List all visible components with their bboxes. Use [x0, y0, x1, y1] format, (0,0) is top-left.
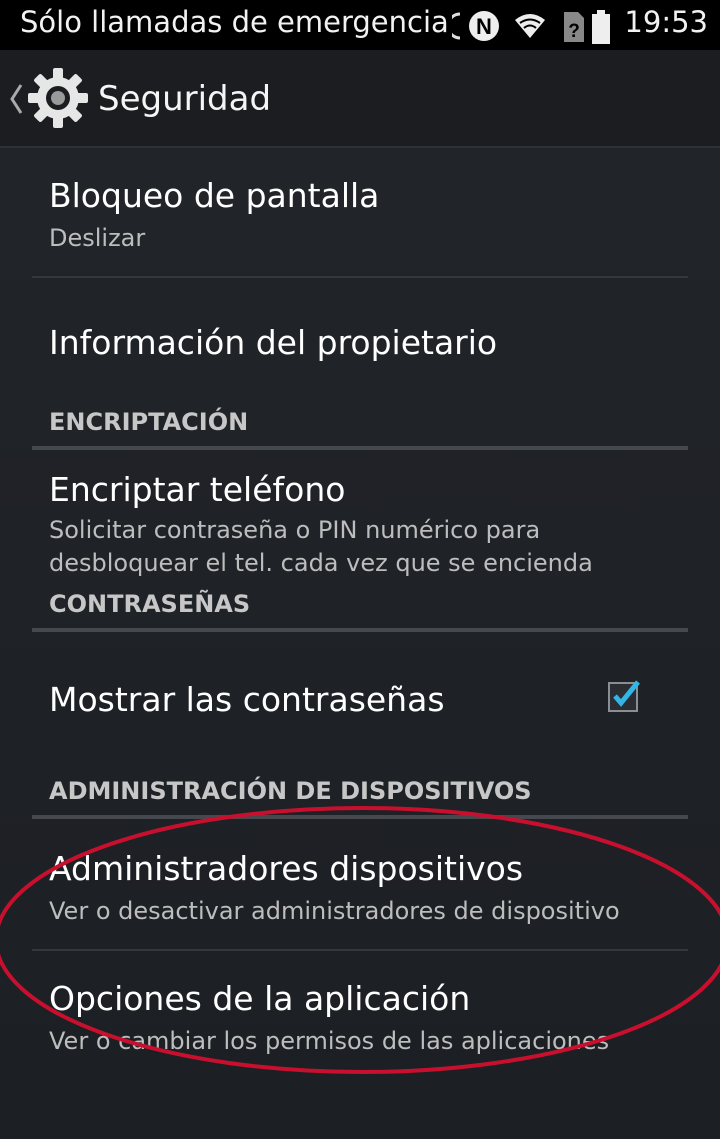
owner-info-item[interactable]: Información del propietario	[32, 278, 688, 408]
status-icons: N ?	[452, 10, 610, 44]
encryption-header: ENCRIPTACIÓN	[49, 408, 249, 436]
owner-info-title: Información del propietario	[49, 323, 498, 362]
svg-text:N: N	[476, 14, 492, 39]
settings-list: Bloqueo de pantalla Deslizar Información…	[0, 148, 720, 1071]
no-sim-icon: ?	[564, 12, 584, 42]
app-options-title: Opciones de la aplicación	[49, 979, 471, 1018]
device-admins-title: Administradores dispositivos	[49, 849, 524, 888]
carrier-status-text: Sólo llamadas de emergencia	[20, 5, 449, 39]
app-options-summary: Ver o cambiar los permisos de las aplica…	[49, 1027, 610, 1055]
show-passwords-checkbox[interactable]	[608, 680, 640, 712]
nfc-icon: N	[469, 11, 499, 41]
page-title: Seguridad	[98, 79, 272, 119]
device-admins-summary: Ver o desactivar administradores de disp…	[49, 897, 620, 925]
svg-text:?: ?	[568, 21, 580, 42]
encrypt-phone-summary-line1: Solicitar contraseña o PIN numérico para	[49, 516, 541, 544]
settings-screen: Sólo llamadas de emergencia N ? 19:53 Se…	[0, 0, 720, 1139]
device-admins-item[interactable]: Administradores dispositivos Ver o desac…	[32, 819, 688, 949]
status-clock: 19:53	[624, 5, 708, 39]
show-passwords-item[interactable]: Mostrar las contraseñas	[32, 632, 688, 777]
battery-icon	[592, 10, 610, 44]
sync-icon	[452, 12, 461, 40]
screen-lock-summary: Deslizar	[49, 224, 146, 252]
device-admin-header: ADMINISTRACIÓN DE DISPOSITIVOS	[49, 777, 532, 805]
encrypt-phone-summary-line2: desbloquear el tel. cada vez que se enci…	[49, 549, 593, 577]
screen-lock-title: Bloqueo de pantalla	[49, 176, 380, 215]
encrypt-phone-item[interactable]: Encriptar teléfono Solicitar contraseña …	[32, 450, 688, 590]
screen-lock-item[interactable]: Bloqueo de pantalla Deslizar	[32, 148, 688, 276]
passwords-header: CONTRASEÑAS	[49, 590, 251, 618]
action-bar: Seguridad	[0, 50, 720, 148]
app-options-item[interactable]: Opciones de la aplicación Ver o cambiar …	[32, 951, 688, 1071]
wifi-icon	[515, 14, 545, 38]
encrypt-phone-title: Encriptar teléfono	[49, 470, 346, 509]
status-bar: Sólo llamadas de emergencia N ? 19:53	[0, 0, 720, 50]
chevron-left-icon[interactable]	[8, 82, 24, 116]
show-passwords-title: Mostrar las contraseñas	[49, 680, 445, 719]
settings-gear-icon[interactable]	[26, 66, 90, 130]
